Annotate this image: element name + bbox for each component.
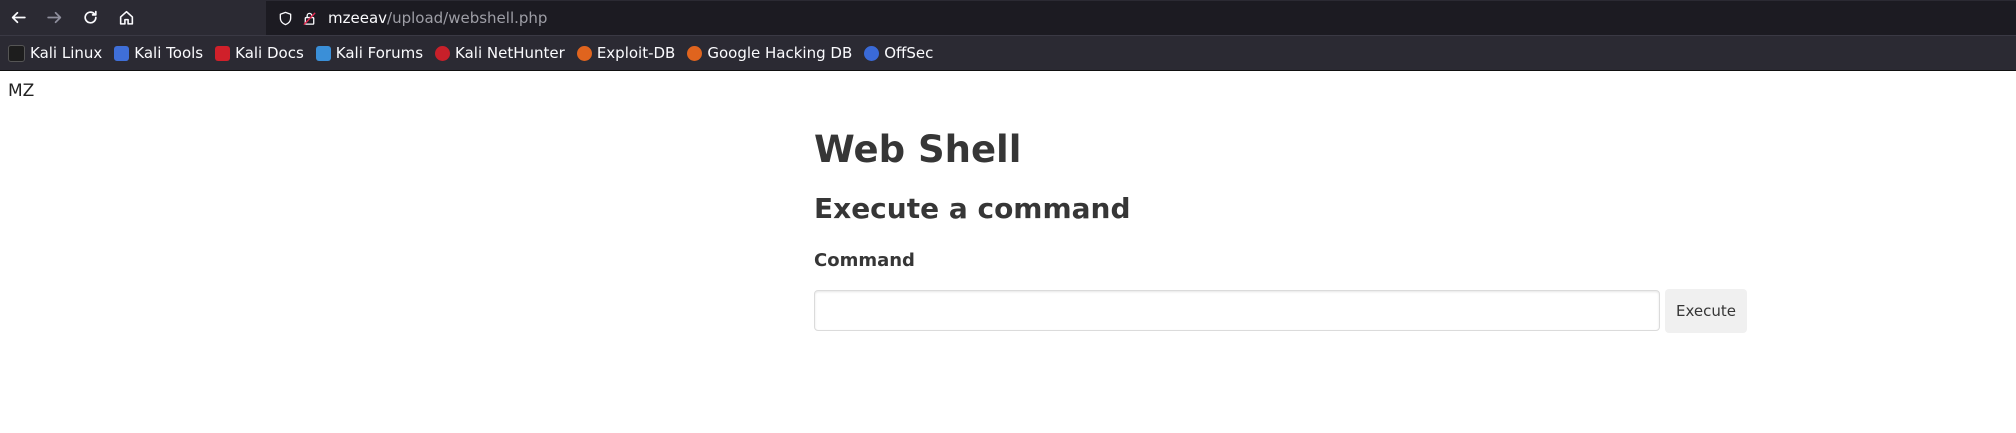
reload-icon xyxy=(83,10,97,24)
bookmark-label: Kali Docs xyxy=(235,44,304,62)
bookmark-kali-forums[interactable]: Kali Forums xyxy=(315,44,424,62)
bookmark-exploit-db[interactable]: Exploit-DB xyxy=(576,44,676,62)
kali-forums-icon xyxy=(315,45,331,61)
command-input[interactable] xyxy=(814,290,1660,332)
bookmark-kali-linux[interactable]: Kali Linux xyxy=(8,44,102,62)
kali-docs-icon xyxy=(215,45,231,61)
bookmark-label: Kali Tools xyxy=(134,44,204,62)
bookmark-kali-tools[interactable]: Kali Tools xyxy=(114,44,203,62)
reload-button[interactable] xyxy=(72,0,108,35)
page-title: Web Shell xyxy=(814,128,1022,171)
url-domain: mzeeav xyxy=(328,9,388,27)
browser-chrome: mzeeav/upload/webshell.php Kali Linux Ka… xyxy=(0,0,2016,71)
page-content: MZ Web Shell Execute a command Command E… xyxy=(0,71,2016,433)
exploit-db-icon xyxy=(576,45,592,61)
bookmark-label: Kali NetHunter xyxy=(455,44,565,62)
bookmark-kali-nethunter[interactable]: Kali NetHunter xyxy=(435,44,565,62)
back-arrow-icon xyxy=(11,11,26,24)
nethunter-icon xyxy=(435,45,451,61)
insecure-lock-icon[interactable] xyxy=(298,7,320,29)
forward-button[interactable] xyxy=(36,0,72,35)
section-title: Execute a command xyxy=(814,192,1131,226)
home-icon xyxy=(119,10,133,25)
back-button[interactable] xyxy=(0,0,36,35)
offsec-icon xyxy=(864,45,880,61)
bookmarks-bar: Kali Linux Kali Tools Kali Docs Kali For… xyxy=(0,35,2016,70)
bookmark-label: Google Hacking DB xyxy=(707,44,853,62)
url-text: mzeeav/upload/webshell.php xyxy=(328,9,547,27)
webshell-container: Web Shell Execute a command Command Exec… xyxy=(814,128,1774,333)
home-button[interactable] xyxy=(108,0,144,35)
bookmark-label: Exploit-DB xyxy=(596,44,676,62)
forward-arrow-icon xyxy=(46,11,61,24)
bookmark-label: OffSec xyxy=(884,44,934,62)
url-path: /upload/webshell.php xyxy=(387,9,548,27)
prefix-text: MZ xyxy=(8,81,35,101)
browser-toolbar: mzeeav/upload/webshell.php xyxy=(0,0,2016,35)
command-form: Execute xyxy=(814,288,1774,333)
url-bar[interactable]: mzeeav/upload/webshell.php xyxy=(266,1,2016,35)
execute-button[interactable]: Execute xyxy=(1665,288,1747,333)
tracking-shield-icon[interactable] xyxy=(274,7,296,29)
ghdb-icon xyxy=(687,45,703,61)
bookmark-google-hacking-db[interactable]: Google Hacking DB xyxy=(687,44,852,62)
bookmark-offsec[interactable]: OffSec xyxy=(864,44,933,62)
bookmark-kali-docs[interactable]: Kali Docs xyxy=(215,44,304,62)
bookmark-label: Kali Forums xyxy=(335,44,424,62)
bookmark-label: Kali Linux xyxy=(30,44,103,62)
command-label: Command xyxy=(814,249,915,271)
kali-tools-icon xyxy=(114,45,130,61)
kali-dragon-icon xyxy=(8,44,25,62)
